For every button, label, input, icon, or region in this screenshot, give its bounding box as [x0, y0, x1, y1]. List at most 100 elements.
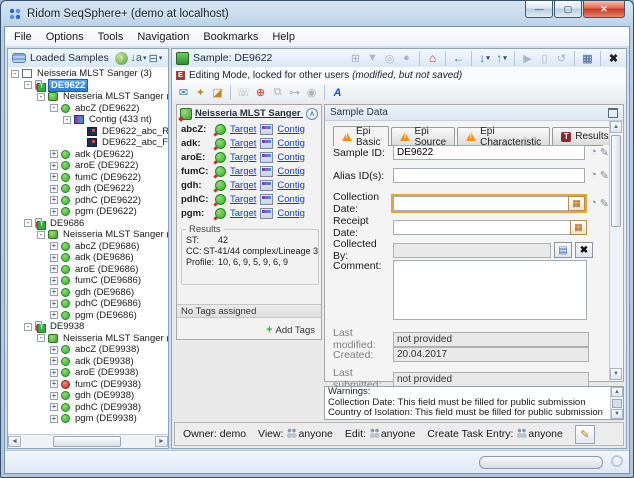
sort-icon[interactable]: ↓a [130, 51, 147, 66]
scroll-right-arrow[interactable]: ► [155, 436, 168, 447]
tree-expander[interactable]: + [50, 161, 58, 170]
go-up-icon[interactable]: ↑ [493, 51, 510, 66]
collection-date-input[interactable] [393, 195, 569, 211]
menu-item[interactable]: Options [39, 29, 91, 45]
tree-item[interactable]: + pgm (DE9622) [8, 206, 168, 218]
scroll-down-arrow[interactable]: ▼ [611, 409, 623, 419]
save-icon[interactable]: ▦ [574, 50, 596, 66]
delete-icon[interactable]: ▯ [536, 51, 553, 66]
tree-expander[interactable]: + [50, 242, 58, 251]
float-panel-icon[interactable] [608, 107, 618, 118]
scheme-link[interactable]: Neisseria MLST Sanger (DE9622) [195, 108, 303, 119]
tree-item[interactable]: + pgm (DE9938) [8, 413, 168, 425]
calendar-icon[interactable]: ▦ [568, 195, 586, 211]
scroll-thumb[interactable] [612, 399, 622, 408]
tree-expander[interactable]: + [50, 414, 58, 423]
history-icon[interactable]: ◔ [590, 169, 597, 182]
menu-item[interactable]: Tools [91, 29, 131, 45]
menu-item[interactable]: Bookmarks [196, 29, 265, 45]
contig-link[interactable]: Contig [277, 166, 304, 177]
title-bar[interactable]: Ridom SeqSphere+ (demo at localhost) — ▢… [1, 1, 633, 26]
close-button[interactable]: ✕ [583, 1, 625, 18]
tree-expander[interactable]: - [37, 334, 45, 343]
tree-expander[interactable]: + [50, 357, 58, 366]
tree-item[interactable]: + adk (DE9686) [8, 252, 168, 264]
scroll-up-arrow[interactable]: ▲ [610, 121, 622, 133]
tree-item[interactable]: - Neisseria MLST Sanger (DE99 [8, 333, 168, 345]
alias-id-input[interactable] [393, 168, 586, 183]
target-link[interactable]: Target [230, 152, 256, 163]
tree-expander[interactable]: - [37, 92, 45, 101]
tree-expander[interactable]: + [50, 391, 58, 400]
tree-item[interactable]: + abcZ (DE9938) [8, 344, 168, 356]
tab-epi-basic[interactable]: T Epi Basic [333, 126, 390, 148]
contig-link[interactable]: Contig [277, 208, 304, 219]
tree-expander[interactable]: - [24, 81, 32, 90]
key-icon[interactable]: ⊶ [286, 85, 303, 100]
tree-expander[interactable]: + [50, 288, 58, 297]
menu-item[interactable]: File [7, 29, 39, 45]
target-link[interactable]: Target [230, 180, 256, 191]
scroll-thumb[interactable] [611, 135, 621, 227]
tab-results[interactable]: T Results [552, 127, 618, 145]
tree-item[interactable]: + aroE (DE9938) [8, 367, 168, 379]
report-icon[interactable]: ✦ [192, 85, 209, 100]
edit-permissions-icon[interactable]: ✎ [574, 424, 595, 444]
tree-item[interactable]: + fumC (DE9938) [8, 379, 168, 391]
tree-item[interactable]: - Neisseria MLST Sanger (DE96 [8, 229, 168, 241]
phone-icon[interactable]: ☏ [230, 85, 252, 100]
target-link[interactable]: Target [230, 124, 256, 135]
tree-item[interactable]: + fumC (DE9622) [8, 172, 168, 184]
tree-expander[interactable]: + [50, 150, 58, 159]
tree-item[interactable]: DE9622_abc_F (4 [8, 137, 168, 149]
tree-item[interactable]: + pdhC (DE9622) [8, 195, 168, 207]
tree-item[interactable]: + fumC (DE9686) [8, 275, 168, 287]
tree-item[interactable]: + adk (DE9622) [8, 149, 168, 161]
add-tags-button[interactable]: + Add Tags [266, 324, 315, 336]
tree-expander[interactable]: - [50, 104, 58, 113]
tree-expander[interactable]: + [50, 173, 58, 182]
tree-horizontal-scrollbar[interactable]: ◄ ► [8, 434, 168, 448]
signature-export-icon[interactable]: A [324, 85, 346, 100]
tree-item[interactable]: - DE9938 [8, 321, 168, 334]
scroll-up-arrow[interactable]: ▲ [611, 387, 623, 397]
contig-link[interactable]: Contig [277, 124, 304, 135]
collapse-panel-icon[interactable]: ∧ [306, 107, 318, 120]
target-link[interactable]: Target [230, 208, 256, 219]
tree-item[interactable]: DE9622_abc_R (7 [8, 126, 168, 138]
attachment-icon[interactable]: ⧉ [269, 85, 286, 100]
sample-data-scrollbar[interactable]: ▲ ▼ [609, 121, 622, 380]
tree-item[interactable]: + pdhC (DE9938) [8, 402, 168, 414]
contig-link[interactable]: Contig [277, 180, 304, 191]
tree-item[interactable]: + aroE (DE9622) [8, 160, 168, 172]
lock-search-icon[interactable]: ◉ [303, 85, 320, 100]
comment-input[interactable] [393, 260, 587, 320]
maximize-button[interactable]: ▢ [554, 1, 582, 18]
tree-expander[interactable]: + [50, 184, 58, 193]
tree-item[interactable]: - Neisseria MLST Sanger (DE96 [8, 91, 168, 103]
comment-icon[interactable]: ● [398, 51, 415, 66]
tree-item[interactable]: + pgm (DE9686) [8, 310, 168, 322]
tab-epi-characteristic[interactable]: T Epi Characteristic [457, 126, 551, 148]
calendar-icon[interactable]: ▦ [570, 219, 587, 235]
modify-icon[interactable]: ✎ [600, 169, 609, 182]
close-icon[interactable]: ✖ [600, 50, 622, 66]
tree-item[interactable]: + adk (DE9938) [8, 356, 168, 368]
tree-expander[interactable]: + [50, 299, 58, 308]
target-link[interactable]: Target [230, 166, 256, 177]
menu-item[interactable]: Help [265, 29, 302, 45]
tree-expander[interactable]: + [50, 345, 58, 354]
tree-item[interactable]: + pdhC (DE9686) [8, 298, 168, 310]
tree-expander[interactable]: + [50, 265, 58, 274]
minimize-button[interactable]: — [525, 1, 553, 18]
tree-expander[interactable]: + [50, 253, 58, 262]
tree-item[interactable]: - abcZ (DE9622) [8, 103, 168, 115]
history-icon[interactable]: ◔ [590, 146, 597, 159]
address-book-icon[interactable]: ▤ [554, 242, 572, 258]
tree-expander[interactable]: - [24, 322, 32, 331]
tab-epi-source[interactable]: T Epi Source [391, 126, 456, 148]
menu-item[interactable]: Navigation [130, 29, 196, 45]
history-icon[interactable]: ◔ [590, 197, 597, 210]
tree-item[interactable]: + gdh (DE9622) [8, 183, 168, 195]
tree-expander[interactable]: - [37, 230, 45, 239]
